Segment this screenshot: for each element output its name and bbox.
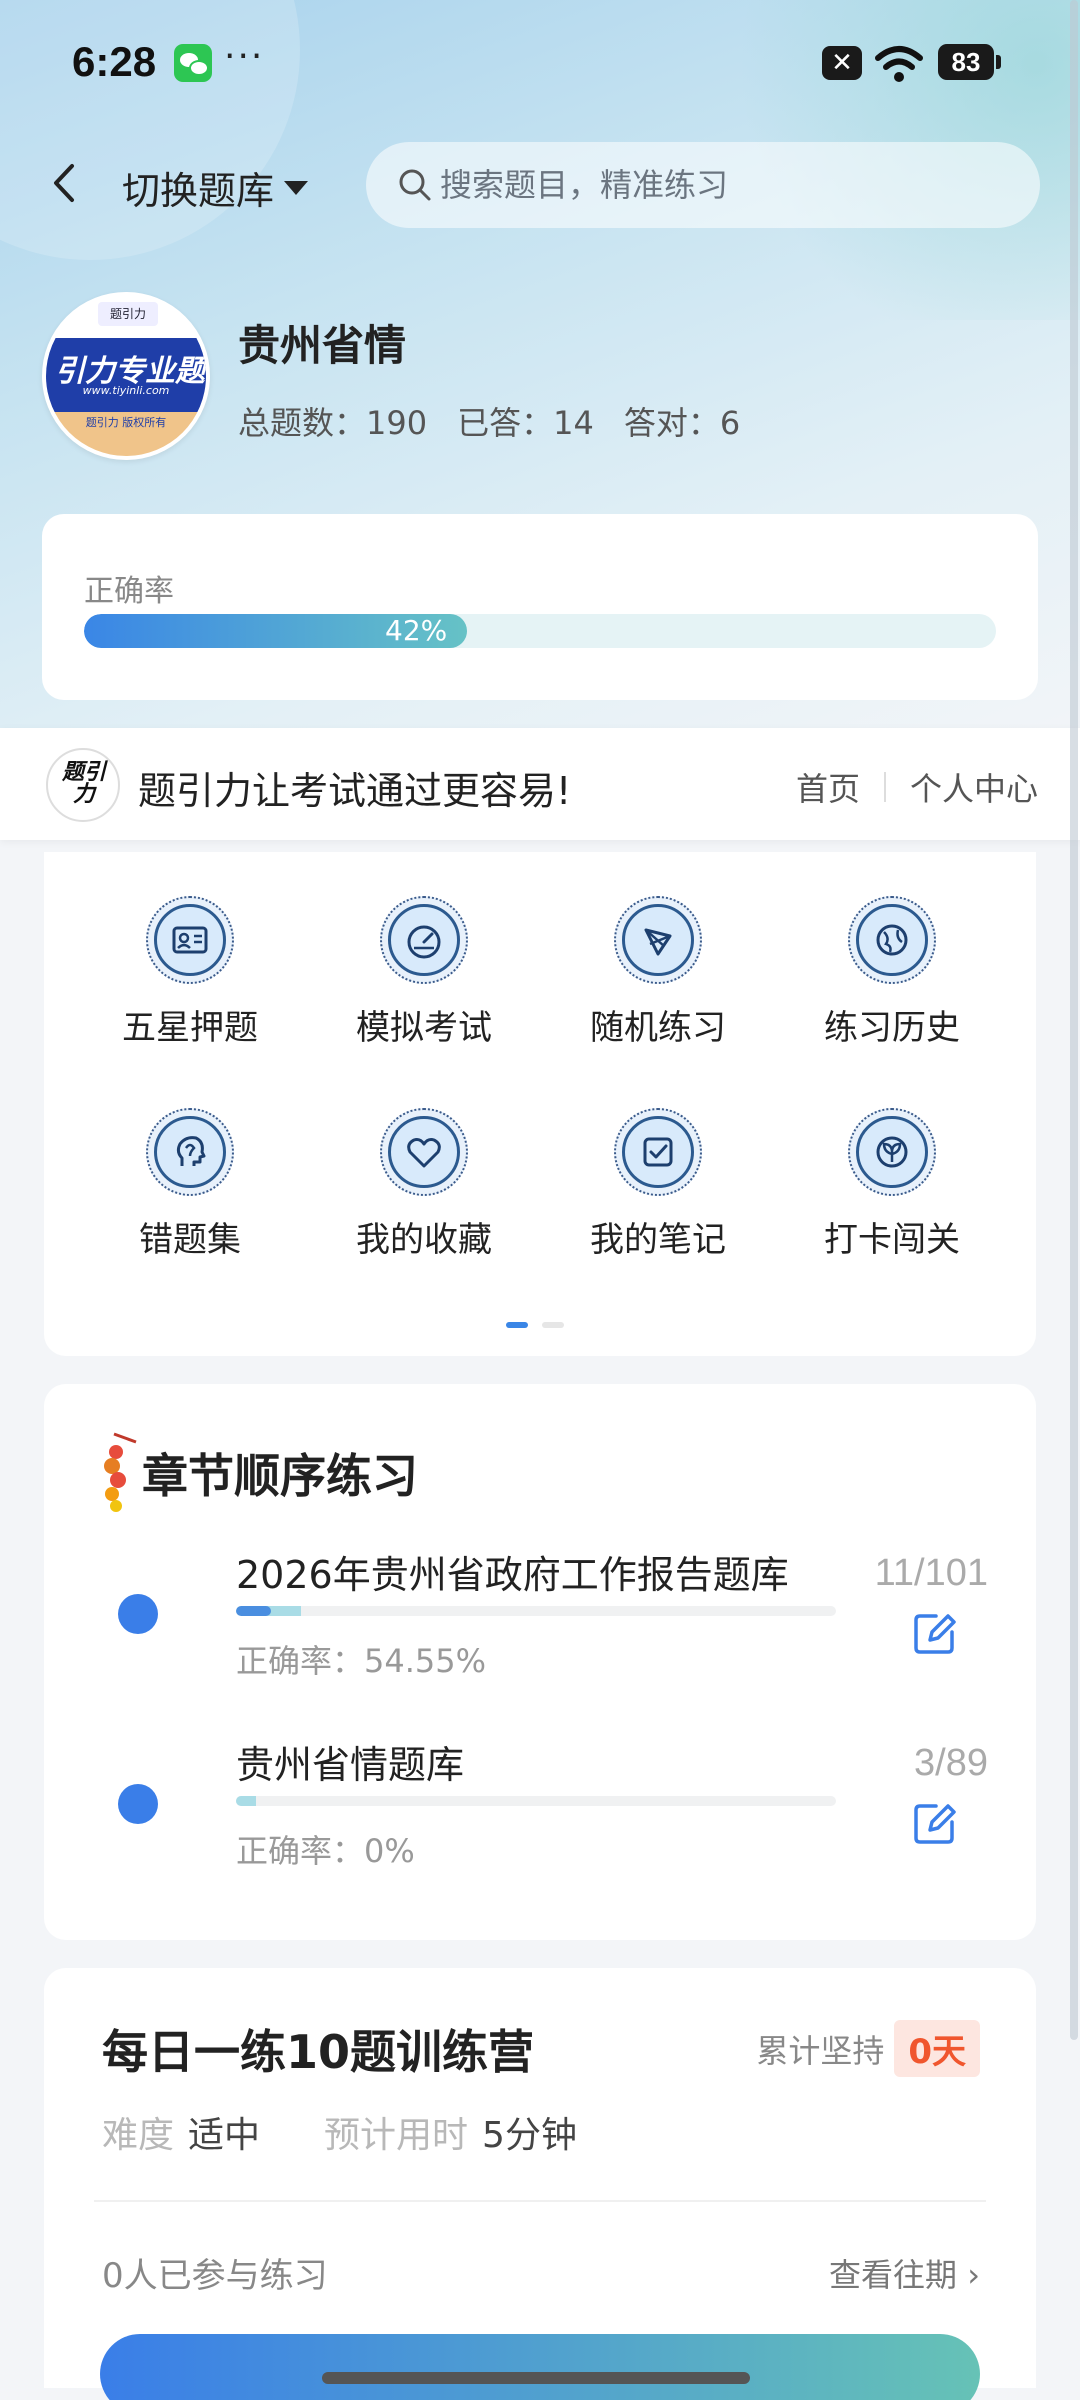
search-input[interactable]: [440, 166, 1000, 204]
page-dot-active: [506, 1322, 528, 1328]
promo-bar: 题引力 题引力让考试通过更容易! 首页 个人中心: [0, 728, 1080, 840]
no-sim-icon: ✕: [822, 46, 862, 80]
edit-icon[interactable]: [912, 1800, 958, 1846]
feature-wrong-questions[interactable]: 错题集: [90, 1064, 290, 1260]
time-label: 预计用时: [324, 2115, 469, 2156]
home-link[interactable]: 首页: [796, 764, 860, 810]
globe-icon: [848, 896, 936, 984]
logo-mark: 题引力: [98, 302, 158, 326]
chapter-title: 章节顺序练习: [142, 1449, 418, 1503]
start-practice-button[interactable]: [100, 2334, 980, 2400]
accuracy-progress-bar: 42%: [84, 614, 996, 648]
chapter-accuracy: 正确率：54.55%: [236, 1642, 487, 1680]
feature-label: 我的收藏: [356, 1220, 492, 1260]
switch-bank-label: 切换题库: [122, 169, 275, 213]
chapter-practice-card: 章节顺序练习 2026年贵州省政府工作报告题库 正确率：54.55% 11/10…: [44, 1384, 1036, 1940]
promo-slogan: 题引力让考试通过更容易!: [138, 769, 572, 813]
accuracy-label: 正确率: [84, 574, 174, 609]
answered-count: 已答：14: [457, 404, 594, 442]
divider: [94, 2200, 986, 2202]
daily-meta: 难度 适中 预计用时 5分钟: [102, 2106, 641, 2158]
search-icon: [399, 169, 431, 201]
feature-notes[interactable]: 我的笔记: [558, 1064, 758, 1260]
streak-label: 累计坚持: [756, 2031, 885, 2070]
chapter-progress-bar: [236, 1796, 836, 1806]
chapter-progress-bar: [236, 1606, 836, 1616]
nav-divider: [883, 772, 886, 802]
battery-icon: 83: [938, 44, 1001, 80]
scrollbar[interactable]: [1070, 0, 1078, 2040]
status-dot: [118, 1594, 158, 1634]
time-value: 5分钟: [482, 2115, 577, 2156]
feature-history[interactable]: 练习历史: [792, 852, 992, 1048]
feature-label: 练习历史: [824, 1008, 960, 1048]
chapter-item[interactable]: 2026年贵州省政府工作报告题库 正确率：54.55% 11/101: [44, 1544, 1036, 1694]
promo-nav: 首页 个人中心: [796, 764, 1038, 810]
feature-label: 随机练习: [590, 1008, 726, 1048]
difficulty-value: 适中: [188, 2115, 261, 2156]
chapter-count: 3/89: [914, 1742, 988, 1784]
page-indicator: [506, 1322, 564, 1328]
view-past-link[interactable]: 查看往期 ›: [829, 2250, 980, 2296]
accuracy-value: 42%: [385, 614, 448, 647]
logo-copyright: 题引力 版权所有: [85, 416, 167, 429]
participants-count: 0人已参与练习: [102, 2256, 328, 2296]
feature-label: 错题集: [139, 1220, 241, 1260]
total-count: 总题数：190: [238, 404, 428, 442]
chapter-item[interactable]: 贵州省情题库 正确率：0% 3/89: [44, 1734, 1036, 1884]
bank-title: 贵州省情: [238, 321, 407, 370]
shuffle-icon: [614, 896, 702, 984]
feature-favorites[interactable]: 我的收藏: [324, 1064, 524, 1260]
streak: 累计坚持 0天: [756, 2020, 980, 2077]
wechat-icon: [174, 44, 212, 82]
accuracy-card: 正确率 42%: [42, 514, 1038, 700]
bank-logo: 题引力 引力专业题 www.tiyinli.com 题引力 版权所有: [42, 292, 210, 460]
edit-icon[interactable]: [912, 1610, 958, 1656]
features-grid: 五星押题 模拟考试 随机练习 练习历史 错题集 我的收藏 我的笔记 打卡闯关: [44, 852, 1036, 1356]
feature-label: 五星押题: [122, 1008, 258, 1048]
switch-bank-dropdown[interactable]: 切换题库: [122, 160, 309, 215]
chapter-accuracy: 正确率：0%: [236, 1832, 415, 1870]
note-check-icon: [614, 1108, 702, 1196]
more-notifications-icon: ···: [224, 36, 265, 77]
feature-five-star[interactable]: 五星押题: [90, 852, 290, 1048]
back-button[interactable]: [44, 158, 84, 208]
chapter-count: 11/101: [874, 1552, 988, 1594]
heart-icon: [380, 1108, 468, 1196]
daily-title: 每日一练10题训练营: [102, 2025, 535, 2079]
feature-mock-exam[interactable]: 模拟考试: [324, 852, 524, 1048]
caret-down-icon: [284, 180, 309, 195]
feature-label: 打卡闯关: [824, 1220, 960, 1260]
sprout-icon: [848, 1108, 936, 1196]
feature-label: 我的笔记: [590, 1220, 726, 1260]
id-card-icon: [146, 896, 234, 984]
search-bar[interactable]: [366, 142, 1040, 228]
correct-count: 答对：6: [623, 404, 741, 442]
status-time: 6:28: [72, 38, 157, 85]
chapter-name: 贵州省情题库: [236, 1743, 465, 1787]
daily-practice-card: 每日一练10题训练营 累计坚持 0天 难度 适中 预计用时 5分钟 0人已参与练…: [44, 1968, 1036, 2400]
feature-checkin[interactable]: 打卡闯关: [792, 1064, 992, 1260]
brand-logo: 题引力: [46, 748, 120, 822]
logo-url: www.tiyinli.com: [82, 384, 170, 397]
home-indicator[interactable]: [322, 2372, 750, 2384]
status-bar: 6:28 ··· ✕ 83: [0, 0, 1080, 124]
head-icon: [146, 1108, 234, 1196]
gauge-icon: [380, 896, 468, 984]
difficulty-label: 难度: [102, 2115, 175, 2156]
wifi-icon: [875, 46, 923, 82]
status-dot: [118, 1784, 158, 1824]
feature-label: 模拟考试: [356, 1008, 492, 1048]
personal-center-link[interactable]: 个人中心: [910, 764, 1038, 810]
chapter-name: 2026年贵州省政府工作报告题库: [236, 1553, 789, 1597]
firecracker-icon: [104, 1432, 137, 1512]
streak-badge: 0天: [894, 2020, 980, 2077]
bank-stats: 总题数：190 已答：14 答对：6: [238, 398, 740, 444]
page-dot: [542, 1322, 564, 1328]
feature-random-practice[interactable]: 随机练习: [558, 852, 758, 1048]
